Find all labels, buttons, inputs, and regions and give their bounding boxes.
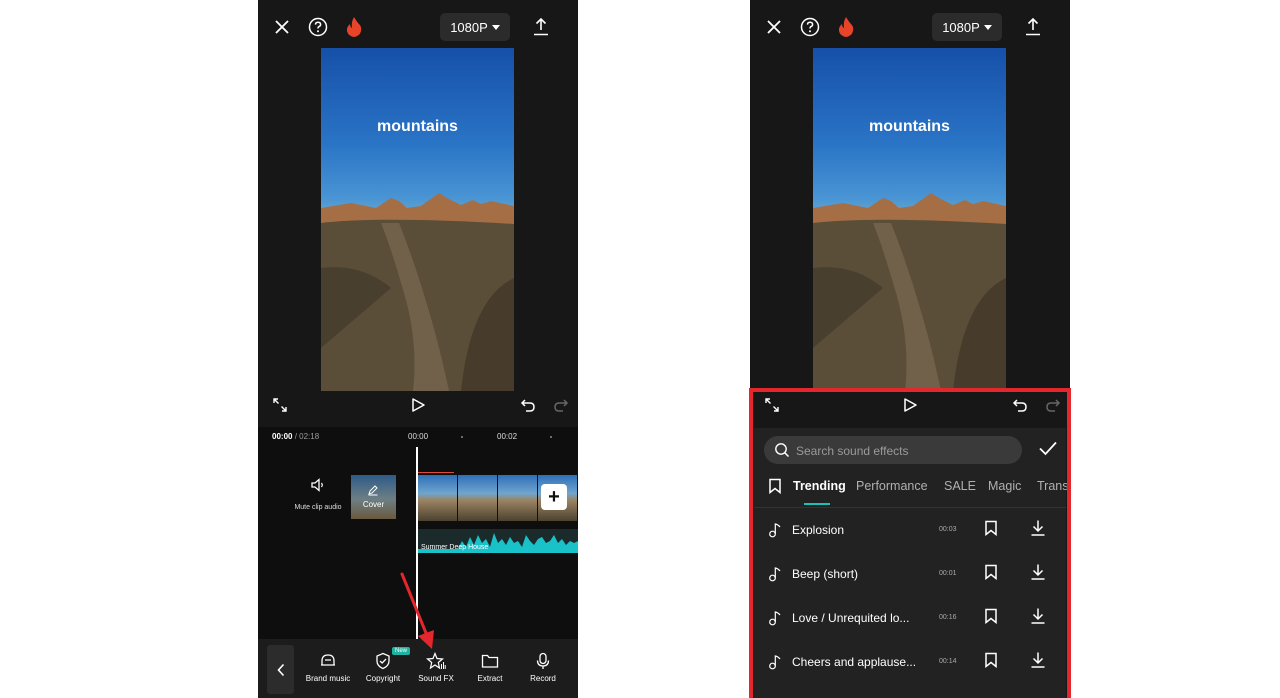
- highlight-frame: [749, 388, 1071, 698]
- microphone-icon: [536, 652, 550, 669]
- speaker-icon: [311, 478, 323, 492]
- chevron-left-icon: [276, 663, 284, 676]
- toolbar-label: Sound FX: [418, 674, 454, 683]
- help-icon[interactable]: [797, 14, 823, 40]
- add-clip-button[interactable]: +: [541, 484, 567, 510]
- playback-controls: [258, 390, 578, 420]
- mute-clip-audio-label: Mute clip audio: [294, 504, 342, 511]
- clip-frame: [418, 475, 458, 521]
- preview-title-text: mountains: [869, 118, 950, 135]
- toolbar-label: Brand music: [305, 674, 351, 683]
- video-preview[interactable]: mountains: [321, 48, 514, 391]
- resolution-button[interactable]: 1080P: [440, 13, 510, 41]
- caret-down-icon: [983, 24, 992, 30]
- redo-icon[interactable]: [550, 394, 572, 416]
- brand-music-icon: [321, 654, 335, 666]
- timeline-tick: 00:02: [497, 432, 518, 441]
- shield-check-icon: [376, 652, 390, 670]
- video-preview[interactable]: mountains: [813, 48, 1006, 391]
- pencil-icon: [368, 485, 378, 496]
- toolbar-label: Extract: [477, 674, 503, 683]
- export-icon[interactable]: [1020, 14, 1046, 40]
- folder-icon: [481, 654, 499, 668]
- top-bar: 1080P: [258, 0, 578, 54]
- tick-dot: [461, 436, 463, 438]
- back-button[interactable]: [267, 645, 294, 694]
- clip-frame: [458, 475, 498, 521]
- current-time: 00:00: [272, 432, 293, 441]
- fullscreen-icon[interactable]: [269, 394, 291, 416]
- clip-frame: [498, 475, 538, 521]
- mute-clip-audio-button[interactable]: Mute clip audio: [288, 477, 348, 511]
- toolbar-sound-fx[interactable]: Sound FX: [409, 651, 463, 683]
- close-icon[interactable]: [269, 14, 295, 40]
- toolbar-copyright[interactable]: Copyright: [356, 651, 410, 683]
- cover-button[interactable]: Cover: [351, 475, 396, 519]
- caret-down-icon: [491, 24, 500, 30]
- resolution-label: 1080P: [942, 19, 980, 35]
- resolution-button[interactable]: 1080P: [932, 13, 1002, 41]
- help-icon[interactable]: [305, 14, 331, 40]
- resolution-label: 1080P: [450, 19, 488, 35]
- close-icon[interactable]: [761, 14, 787, 40]
- flame-icon[interactable]: [341, 14, 367, 40]
- toolbar-label: Record: [530, 674, 556, 683]
- undo-icon[interactable]: [517, 394, 539, 416]
- audio-track-label: Summer Deep House: [421, 544, 489, 551]
- toolbar-record[interactable]: Record: [516, 651, 570, 683]
- toolbar-brand-music[interactable]: Brand music: [301, 651, 355, 683]
- keyframe-indicator: [418, 472, 454, 473]
- timeline-tick: 00:00: [408, 432, 429, 441]
- top-bar: 1080P: [750, 0, 1070, 54]
- toolbar-label: Copyright: [365, 674, 401, 683]
- toolbar-extract[interactable]: Extract: [463, 651, 517, 683]
- tick-dot: [550, 436, 552, 438]
- time-readout: 00:00 / 02:18: [272, 432, 319, 441]
- annotation-arrow: [400, 572, 434, 649]
- star-sound-icon: [426, 652, 446, 670]
- cover-label: Cover: [362, 500, 385, 509]
- total-time: / 02:18: [294, 432, 320, 441]
- play-icon[interactable]: [407, 394, 429, 416]
- flame-icon[interactable]: [833, 14, 859, 40]
- preview-title-text: mountains: [377, 118, 458, 135]
- export-icon[interactable]: [528, 14, 554, 40]
